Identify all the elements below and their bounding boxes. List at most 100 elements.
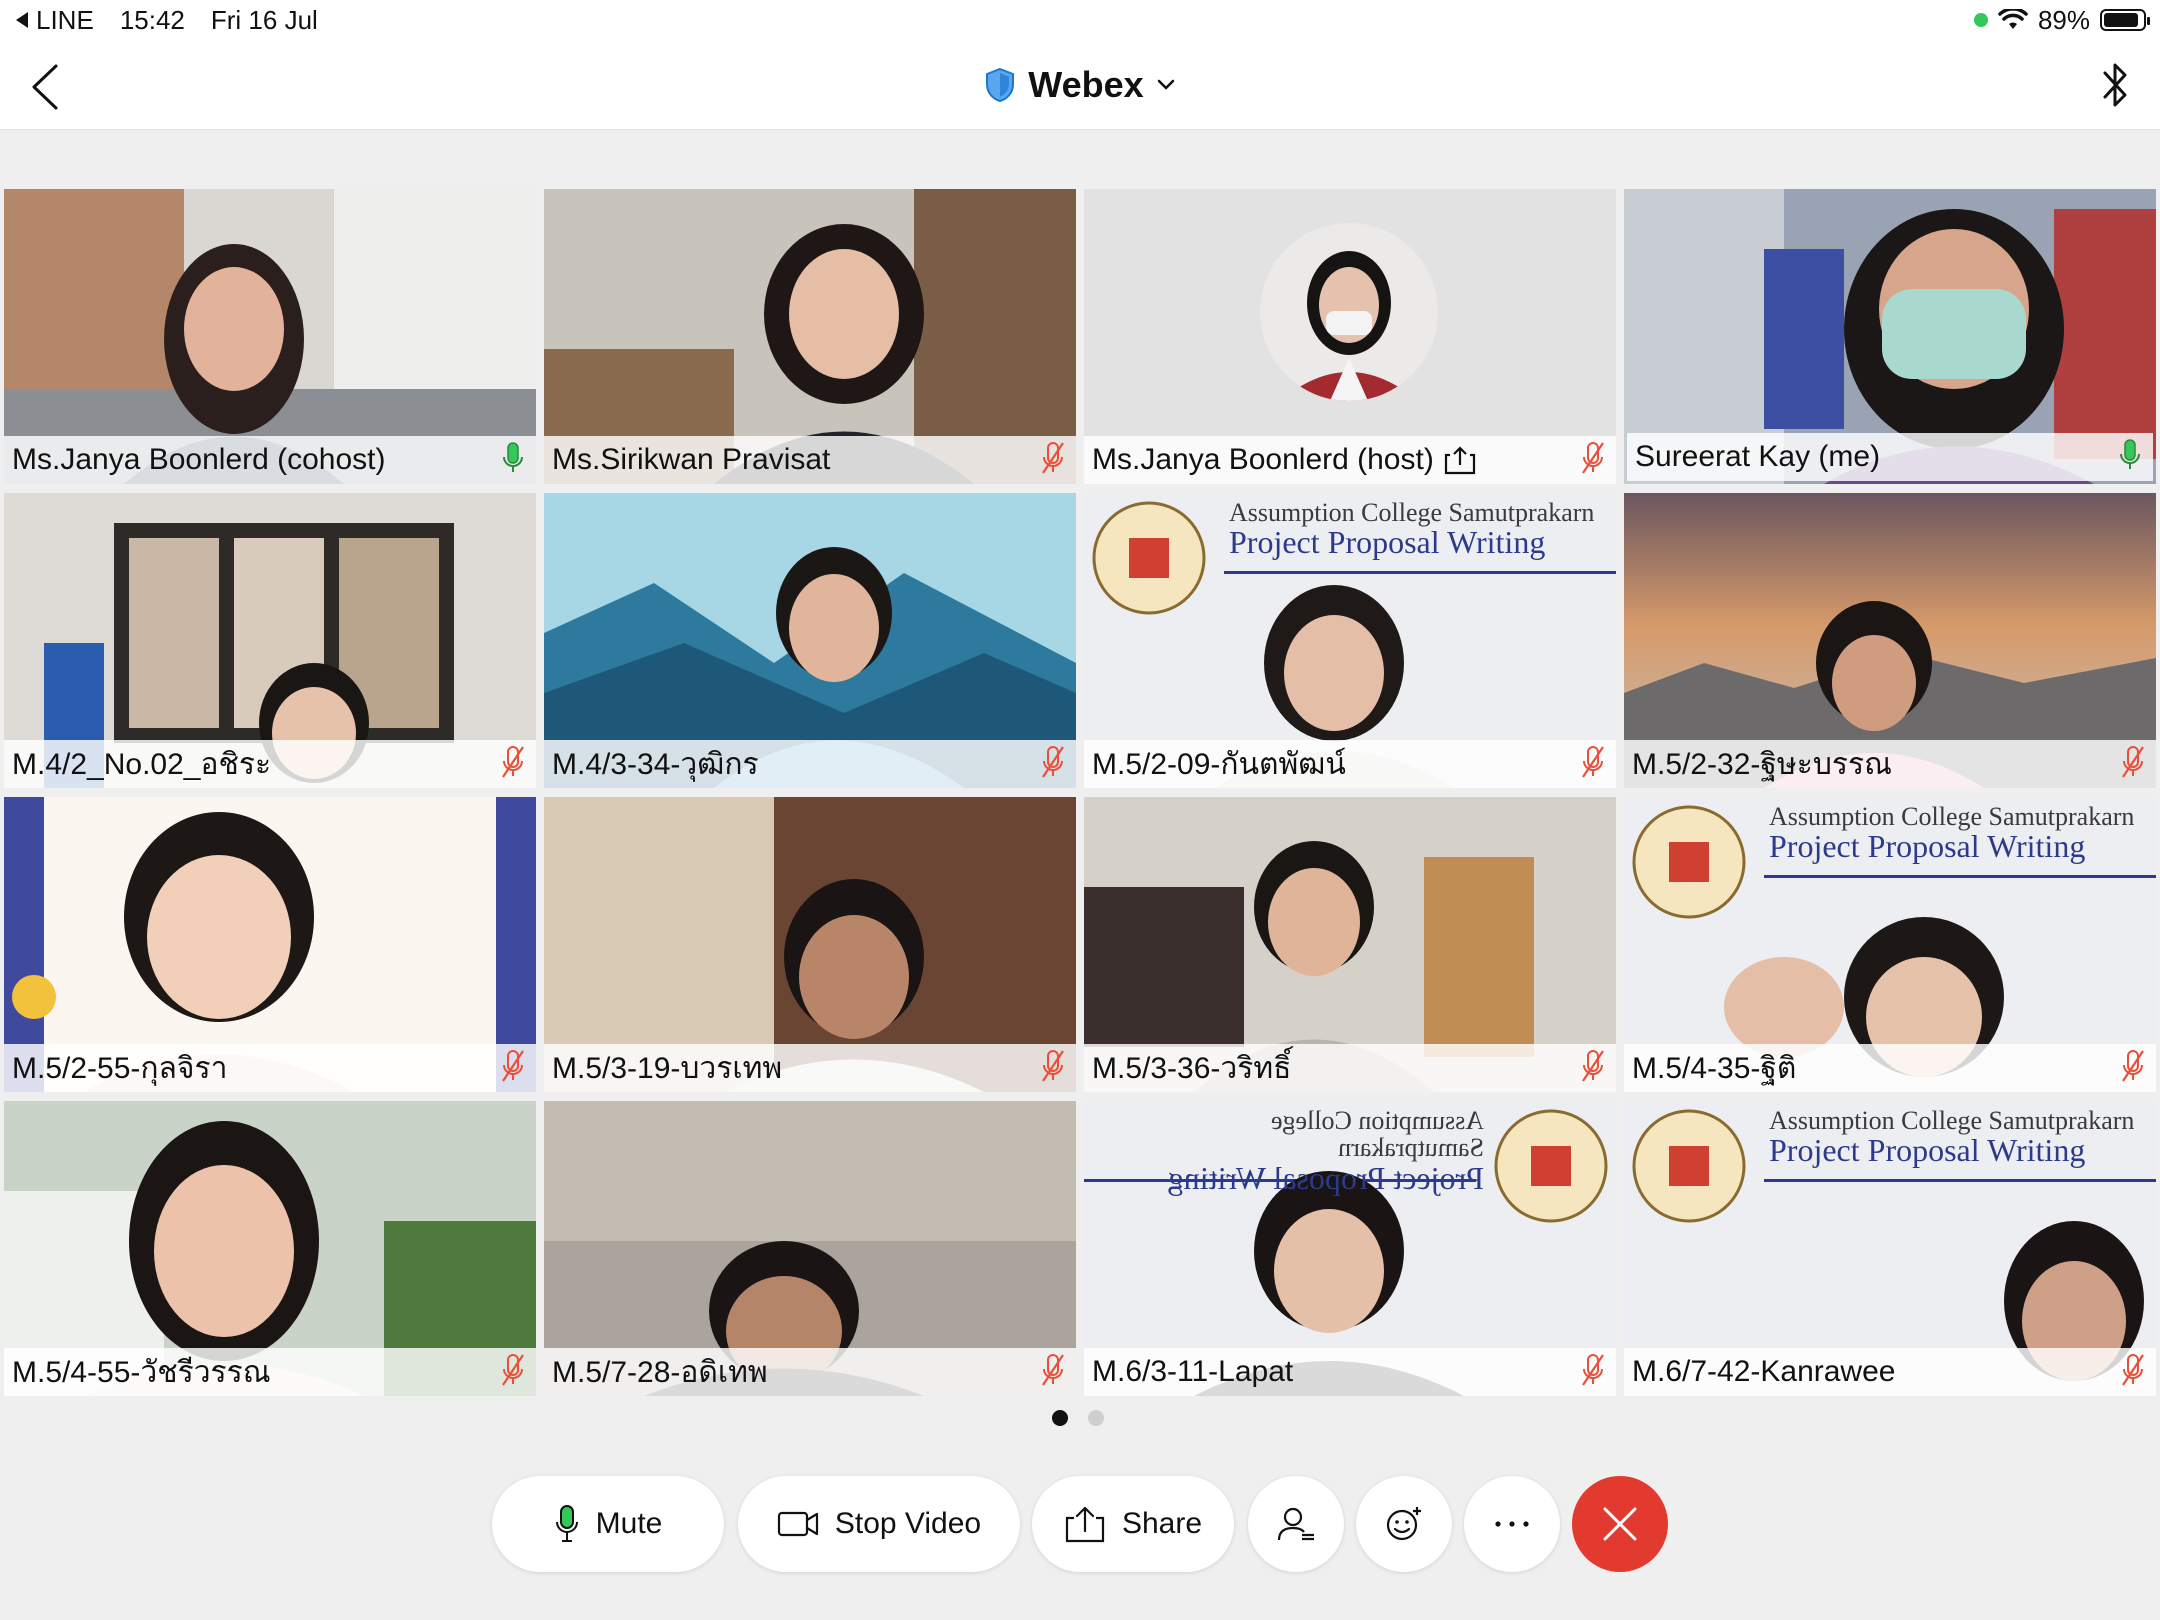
participant-name: M.5/3-19-บวรเทพ — [552, 1051, 783, 1085]
mic-status-icon — [2120, 1049, 2146, 1088]
mic-status-icon — [2120, 1353, 2146, 1392]
participant-namebar: M.5/7-28-อดิเทพ — [544, 1348, 1076, 1396]
back-to-app-link[interactable]: LINE — [14, 5, 94, 36]
mute-button[interactable]: Mute — [492, 1476, 724, 1572]
participant-namebar: Sureerat Kay (me) — [1627, 433, 2153, 481]
participants-button[interactable] — [1248, 1476, 1344, 1572]
mic-status-icon — [1580, 1049, 1606, 1088]
smiley-icon — [1386, 1507, 1421, 1541]
battery-level-fill — [2104, 13, 2138, 27]
participant-tile[interactable]: M.5/4-55-วัชรีวรรณ — [4, 1101, 536, 1396]
participant-namebar: M.5/2-55-กุลจิรา — [4, 1044, 536, 1092]
mic-status-icon — [1040, 1049, 1066, 1088]
reactions-button[interactable] — [1356, 1476, 1452, 1572]
close-icon — [1603, 1507, 1637, 1541]
participant-namebar: M.4/3-34-วุฒิกร — [544, 740, 1076, 788]
participant-name: M.5/2-09-กันตพัฒน์ — [1092, 747, 1346, 781]
mic-status-icon — [1040, 1353, 1066, 1392]
mic-status-icon — [2117, 438, 2143, 477]
microphone-on-icon — [2120, 438, 2140, 469]
microphone-muted-icon — [1042, 1353, 1064, 1386]
stop-video-button[interactable]: Stop Video — [738, 1476, 1020, 1572]
stop-video-label: Stop Video — [834, 1507, 982, 1540]
microphone-muted-icon — [502, 1353, 524, 1386]
participant-name: Ms.Sirikwan Pravisat — [552, 443, 831, 476]
participant-tile[interactable]: M.4/2_No.02_อชิระ — [4, 493, 536, 788]
participants-icon — [1277, 1507, 1314, 1541]
participant-tile[interactable]: Sureerat Kay (me) — [1624, 189, 2156, 484]
participant-name: Ms.Janya Boonlerd (cohost) — [12, 443, 386, 476]
participant-namebar: Ms.Sirikwan Pravisat — [544, 436, 1076, 484]
microphone-muted-icon — [1042, 745, 1064, 778]
mic-status-icon — [500, 1353, 526, 1392]
participant-name: M.5/2-55-กุลจิรา — [12, 1051, 228, 1085]
participant-tile[interactable]: Assumption College Samutprakarn Project … — [1084, 493, 1616, 788]
more-options-button[interactable] — [1464, 1476, 1560, 1572]
back-chevron-icon[interactable] — [22, 62, 66, 112]
page-dot[interactable] — [1088, 1410, 1104, 1426]
participant-tile[interactable]: Assumption College Samutprakarn Project … — [1624, 1101, 2156, 1396]
participant-name: Sureerat Kay (me) — [1635, 440, 1881, 473]
microphone-muted-icon — [1042, 1049, 1064, 1082]
participant-tile[interactable]: M.5/3-36-วริทธิ์ — [1084, 797, 1616, 1092]
participant-namebar: M.4/2_No.02_อชิระ — [4, 740, 536, 788]
microphone-muted-icon — [1582, 441, 1604, 474]
end-call-button[interactable] — [1572, 1476, 1668, 1572]
participant-tile[interactable]: M.5/7-28-อดิเทพ — [544, 1101, 1076, 1396]
participant-tile[interactable]: M.5/2-55-กุลจิรา — [4, 797, 536, 1092]
mirrored-background-caption: Assumption College Samutprakarn Project … — [1167, 1106, 1484, 1196]
participant-namebar: M.5/3-19-บวรเทพ — [544, 1044, 1076, 1092]
participant-tile[interactable]: Assumption College Samutprakarn Project … — [1624, 797, 2156, 1092]
participant-name: M.5/7-28-อดิเทพ — [552, 1355, 768, 1389]
share-button[interactable]: Share — [1032, 1476, 1234, 1572]
avatar — [1260, 223, 1438, 401]
microphone-muted-icon — [1582, 1353, 1604, 1386]
participant-tile[interactable]: M.5/3-19-บวรเทพ — [544, 797, 1076, 1092]
participant-tile[interactable]: Ms.Janya Boonlerd (cohost) — [4, 189, 536, 484]
participant-name: M.5/4-55-วัชรีวรรณ — [12, 1355, 271, 1389]
video-camera-icon — [777, 1511, 818, 1537]
mic-status-icon — [1040, 745, 1066, 784]
participant-name: Ms.Janya Boonlerd (host) — [1092, 443, 1476, 477]
participant-namebar: Ms.Janya Boonlerd (cohost) — [4, 436, 536, 484]
microphone-on-icon — [503, 441, 523, 472]
camera-in-use-indicator-icon — [1973, 13, 1988, 27]
microphone-muted-icon — [1582, 745, 1604, 778]
meeting-title: Webex — [1028, 63, 1144, 105]
participant-tile[interactable]: M.4/3-34-วุฒิกร — [544, 493, 1076, 788]
battery-percent: 89% — [2037, 4, 2090, 35]
share-icon — [1065, 1506, 1105, 1543]
mute-label: Mute — [595, 1507, 663, 1540]
participant-tile[interactable]: M.5/2-32-ฐิษะบรรณ — [1624, 493, 2156, 788]
participant-namebar: M.6/7-42-Kanrawee — [1624, 1348, 2156, 1396]
wifi-icon — [1998, 9, 2028, 29]
participant-tile[interactable]: Ms.Janya Boonlerd (host) — [1084, 189, 1616, 484]
mic-status-icon — [1580, 745, 1606, 784]
microphone-icon — [555, 1505, 578, 1542]
mic-status-icon — [2120, 745, 2146, 784]
page-dot-active[interactable] — [1052, 1410, 1068, 1426]
meeting-title-dropdown[interactable]: Webex — [984, 64, 1175, 106]
video-stage: Ms.Janya Boonlerd (cohost) Ms.Sirikwan P… — [0, 130, 2160, 1620]
mic-status-icon — [1580, 441, 1606, 480]
share-label: Share — [1121, 1507, 1203, 1540]
status-bar: LINE 15:42 Fri 16 Jul 89% — [0, 0, 2160, 40]
participant-name: M.4/3-34-วุฒิกร — [552, 747, 759, 781]
virtual-background-caption: Assumption College Samutprakarn Project … — [1229, 498, 1595, 561]
microphone-muted-icon — [2122, 745, 2144, 778]
participant-name: M.5/3-36-วริทธิ์ — [1092, 1051, 1292, 1085]
shield-icon — [986, 67, 1015, 102]
participant-name: M.6/7-42-Kanrawee — [1632, 1355, 1896, 1388]
battery-icon — [2100, 9, 2150, 31]
participant-name: M.5/4-35-ฐิติ — [1632, 1051, 1797, 1085]
participant-namebar: M.6/3-11-Lapat — [1084, 1348, 1616, 1396]
bluetooth-icon[interactable] — [2098, 58, 2132, 112]
microphone-muted-icon — [1582, 1049, 1604, 1082]
participant-tile[interactable]: Assumption College Samutprakarn Project … — [1084, 1101, 1616, 1396]
page-indicator[interactable] — [1052, 1410, 1104, 1426]
participant-name: M.6/3-11-Lapat — [1092, 1355, 1294, 1388]
participant-tile[interactable]: Ms.Sirikwan Pravisat — [544, 189, 1076, 484]
mic-status-icon — [500, 1049, 526, 1088]
microphone-muted-icon — [1042, 441, 1064, 474]
status-time: 15:42 — [119, 4, 185, 35]
